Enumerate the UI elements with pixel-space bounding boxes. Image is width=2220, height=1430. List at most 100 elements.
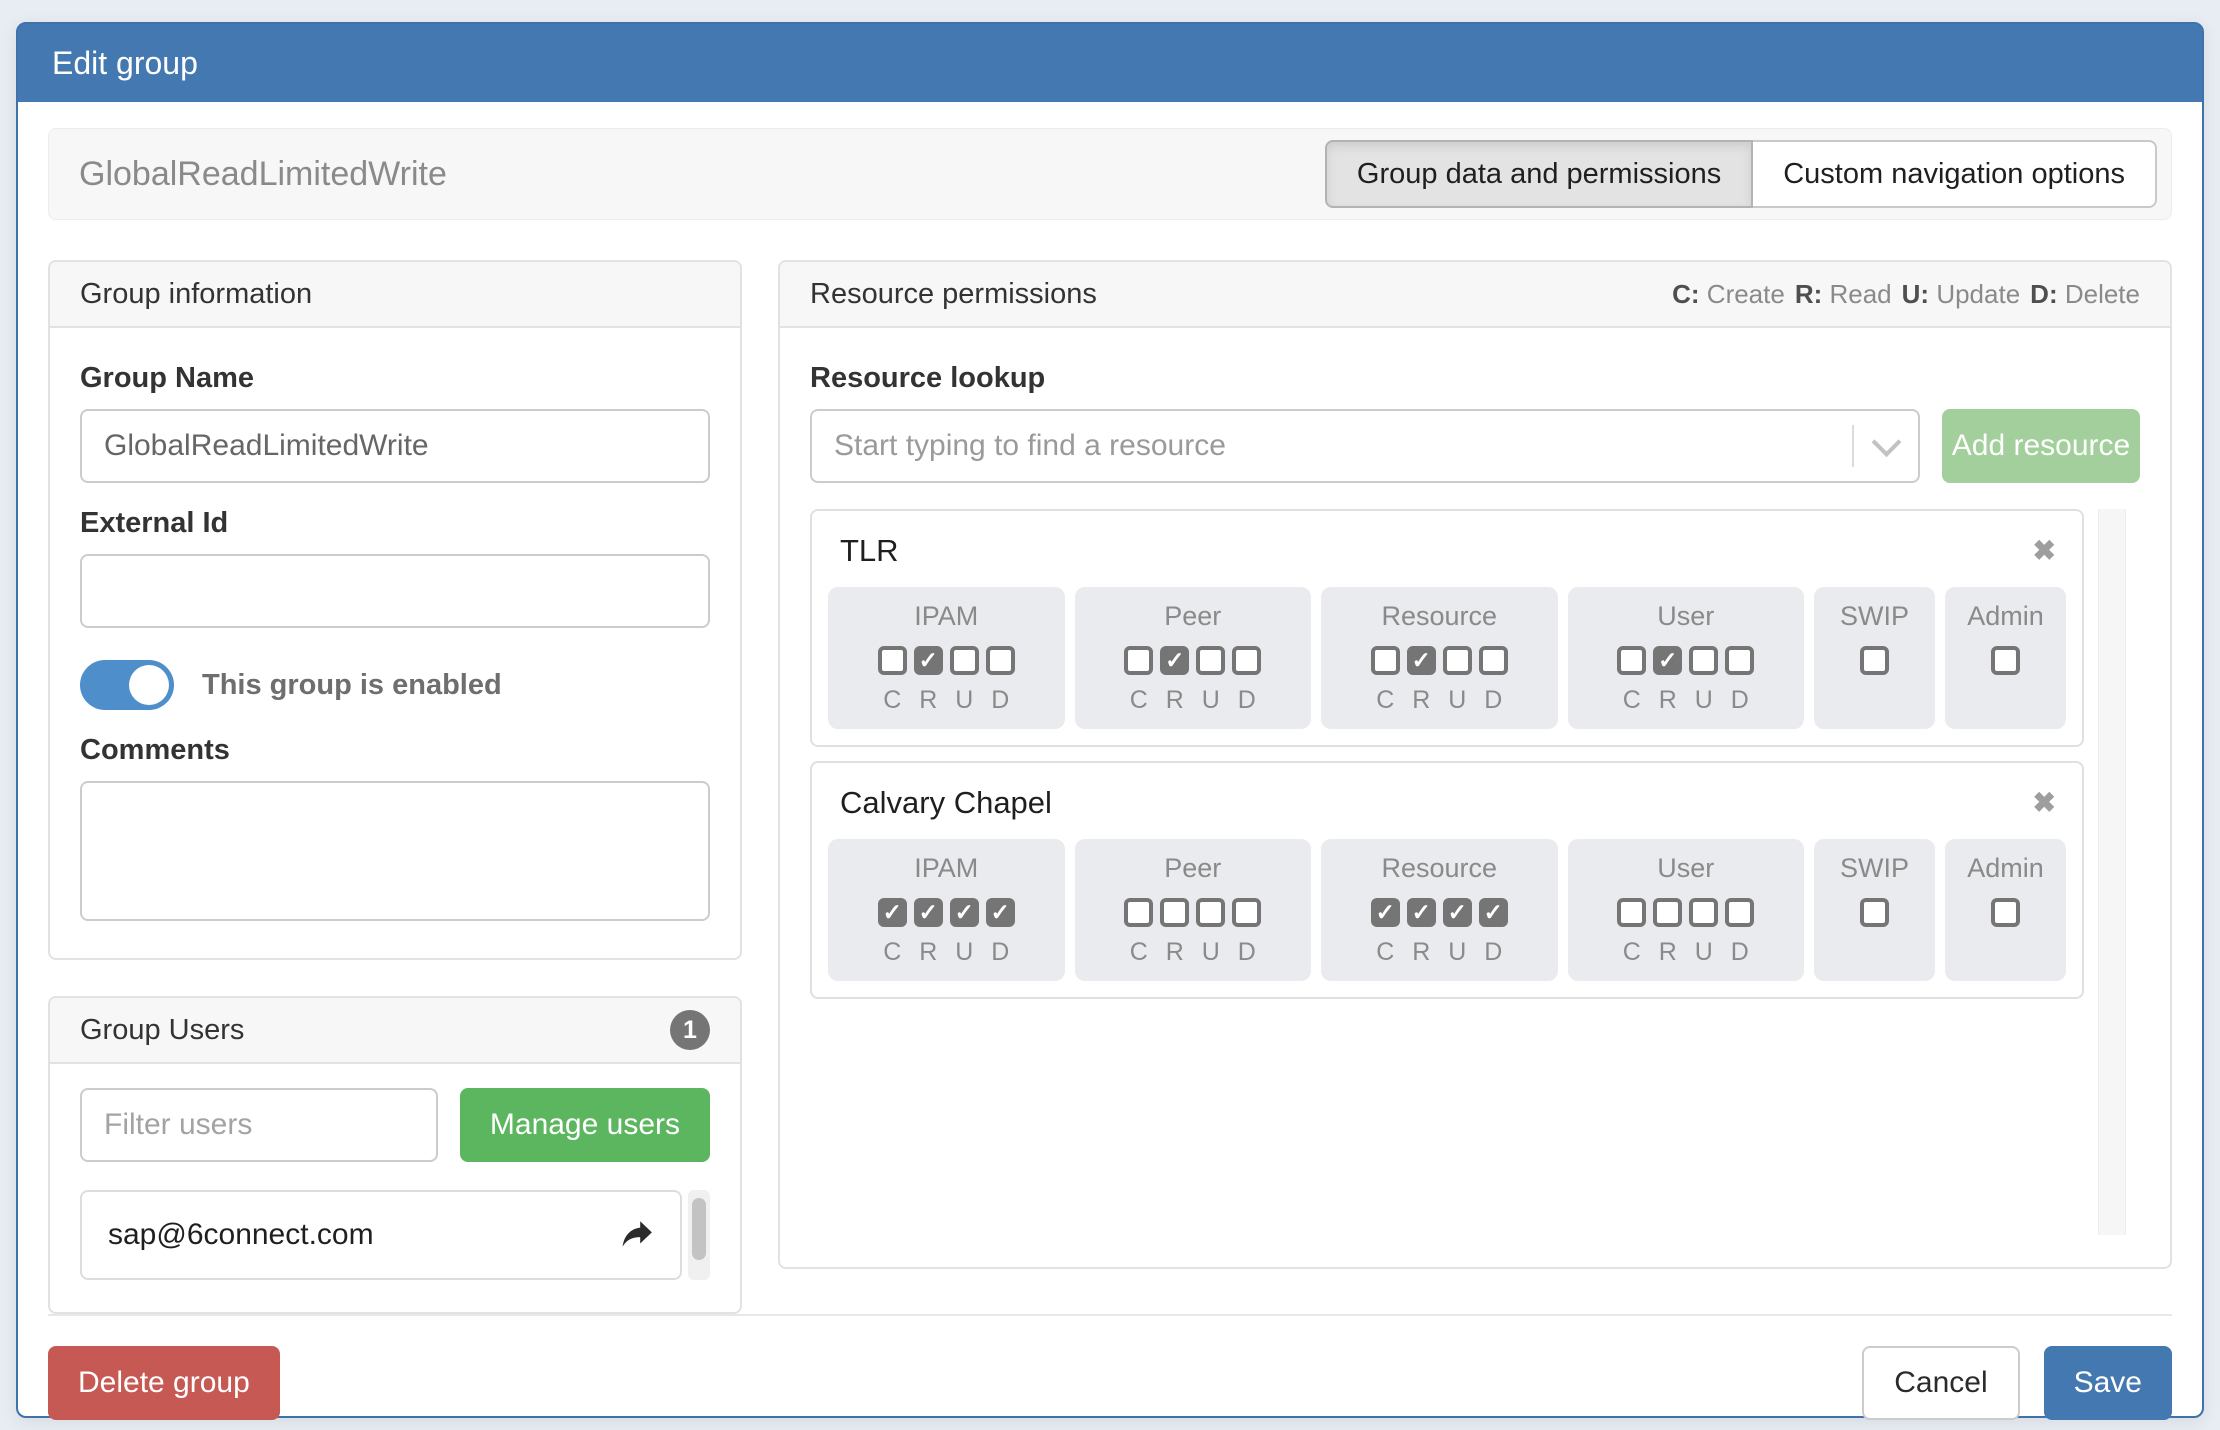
add-resource-button[interactable]: Add resource — [1942, 409, 2140, 483]
crud-letter: D — [986, 686, 1015, 715]
checked-checkbox[interactable]: ✓ — [1479, 898, 1508, 927]
user-list-scrollbar-thumb[interactable] — [692, 1198, 706, 1260]
unchecked-checkbox[interactable] — [1232, 646, 1261, 675]
crud-letters: CRUD — [1576, 686, 1797, 715]
unchecked-checkbox[interactable] — [1617, 646, 1646, 675]
filter-users-input[interactable] — [80, 1088, 438, 1162]
unchecked-checkbox[interactable] — [1124, 646, 1153, 675]
user-list-scrollbar[interactable] — [688, 1190, 710, 1280]
checked-checkbox[interactable]: ✓ — [1653, 646, 1682, 675]
group-name-input[interactable] — [80, 409, 710, 483]
remove-resource-icon[interactable]: ✖ — [2033, 537, 2056, 565]
permission-row: IPAM✓CRUDPeer✓CRUDResource✓CRUDUser✓CRUD… — [812, 587, 2082, 745]
crud-letters: CRUD — [836, 686, 1057, 715]
group-name-heading: GlobalReadLimitedWrite — [79, 155, 447, 194]
checkbox-row: ✓✓✓✓ — [836, 898, 1057, 927]
resource-permissions-body: Resource lookup Add resource — [780, 328, 2170, 1267]
legend-item-u: U: Update — [1902, 279, 2021, 309]
group-enabled-toggle[interactable] — [80, 660, 174, 710]
unchecked-checkbox[interactable] — [950, 646, 979, 675]
checked-checkbox[interactable]: ✓ — [1160, 646, 1189, 675]
checked-checkbox[interactable]: ✓ — [1407, 898, 1436, 927]
save-button[interactable]: Save — [2044, 1346, 2172, 1420]
unchecked-checkbox[interactable] — [1860, 898, 1889, 927]
resource-lookup-input[interactable] — [812, 411, 1852, 481]
tab-group-data-and-permissions[interactable]: Group data and permissions — [1325, 140, 1753, 208]
permission-group-swip: SWIP — [1814, 587, 1935, 729]
crud-letter: R — [1407, 938, 1436, 967]
permission-group-peer: Peer✓CRUD — [1075, 587, 1312, 729]
modal-body: GlobalReadLimitedWrite Group data and pe… — [18, 102, 2202, 1416]
unchecked-checkbox[interactable] — [1124, 898, 1153, 927]
remove-resource-icon[interactable]: ✖ — [2033, 789, 2056, 817]
checked-checkbox[interactable]: ✓ — [914, 646, 943, 675]
checked-checkbox[interactable]: ✓ — [1407, 646, 1436, 675]
cancel-button[interactable]: Cancel — [1862, 1346, 2019, 1420]
unchecked-checkbox[interactable] — [1991, 646, 2020, 675]
unchecked-checkbox[interactable] — [1232, 898, 1261, 927]
unchecked-checkbox[interactable] — [1689, 646, 1718, 675]
unchecked-checkbox[interactable] — [1991, 898, 2020, 927]
permission-group-name: Peer — [1083, 853, 1304, 884]
group-users-header: Group Users 1 — [50, 998, 740, 1064]
crud-letter: R — [914, 686, 943, 715]
resource-cards: TLR✖IPAM✓CRUDPeer✓CRUDResource✓CRUDUser✓… — [810, 509, 2084, 999]
permission-group-resource: Resource✓✓✓✓CRUD — [1321, 839, 1558, 981]
crud-letter: U — [1689, 938, 1718, 967]
permission-group-name: Resource — [1329, 601, 1550, 632]
unchecked-checkbox[interactable] — [1860, 646, 1889, 675]
lookup-dropdown-button[interactable] — [1854, 411, 1918, 481]
delete-group-button[interactable]: Delete group — [48, 1346, 280, 1420]
checkbox-row: ✓ — [836, 646, 1057, 675]
unchecked-checkbox[interactable] — [986, 646, 1015, 675]
unchecked-checkbox[interactable] — [878, 646, 907, 675]
permission-group-name: Resource — [1329, 853, 1550, 884]
external-id-input[interactable] — [80, 554, 710, 628]
group-users-count-badge: 1 — [670, 1010, 710, 1050]
manage-users-button[interactable]: Manage users — [460, 1088, 710, 1162]
checked-checkbox[interactable]: ✓ — [950, 898, 979, 927]
group-users-body: Manage users sap@6connect.com — [50, 1064, 740, 1312]
crud-letter: C — [878, 686, 907, 715]
resource-card-head: TLR✖ — [812, 511, 2082, 587]
resource-list: TLR✖IPAM✓CRUDPeer✓CRUDResource✓CRUDUser✓… — [810, 509, 2140, 1235]
unchecked-checkbox[interactable] — [1479, 646, 1508, 675]
checked-checkbox[interactable]: ✓ — [1443, 898, 1472, 927]
resource-list-scrollbar[interactable] — [2098, 509, 2126, 1235]
unchecked-checkbox[interactable] — [1617, 898, 1646, 927]
permission-row: IPAM✓✓✓✓CRUDPeerCRUDResource✓✓✓✓CRUDUser… — [812, 839, 2082, 997]
unchecked-checkbox[interactable] — [1725, 646, 1754, 675]
crud-letter: D — [1232, 938, 1261, 967]
resource-permissions-panel: Resource permissions C: CreateR: ReadU: … — [778, 260, 2172, 1269]
crud-letter: U — [1443, 686, 1472, 715]
legend-item-r: R: Read — [1795, 279, 1892, 309]
checked-checkbox[interactable]: ✓ — [878, 898, 907, 927]
unchecked-checkbox[interactable] — [1371, 646, 1400, 675]
unchecked-checkbox[interactable] — [1443, 646, 1472, 675]
toggle-knob — [129, 665, 169, 705]
unchecked-checkbox[interactable] — [1689, 898, 1718, 927]
group-information-panel: Group information Group Name External Id… — [48, 260, 742, 960]
unchecked-checkbox[interactable] — [1196, 898, 1225, 927]
comments-textarea[interactable] — [80, 781, 710, 921]
tab-custom-navigation-options[interactable]: Custom navigation options — [1753, 140, 2157, 208]
crud-letter: R — [1160, 938, 1189, 967]
crud-letters: CRUD — [836, 938, 1057, 967]
unchecked-checkbox[interactable] — [1196, 646, 1225, 675]
crud-letter: D — [1725, 938, 1754, 967]
group-users-title: Group Users — [80, 1014, 244, 1047]
checked-checkbox[interactable]: ✓ — [986, 898, 1015, 927]
unchecked-checkbox[interactable] — [1653, 898, 1682, 927]
edit-group-modal: Edit group GlobalReadLimitedWrite Group … — [16, 22, 2204, 1418]
user-list-item[interactable]: sap@6connect.com — [82, 1192, 680, 1278]
crud-letters: CRUD — [1083, 938, 1304, 967]
external-id-label: External Id — [80, 507, 710, 540]
permission-group-user: User✓CRUD — [1568, 587, 1805, 729]
checked-checkbox[interactable]: ✓ — [914, 898, 943, 927]
crud-legend: C: CreateR: ReadU: UpdateD: Delete — [1662, 279, 2140, 310]
unchecked-checkbox[interactable] — [1725, 898, 1754, 927]
checked-checkbox[interactable]: ✓ — [1371, 898, 1400, 927]
tab-group: Group data and permissionsCustom navigat… — [1325, 140, 2157, 208]
left-column: Group information Group Name External Id… — [48, 260, 742, 1314]
unchecked-checkbox[interactable] — [1160, 898, 1189, 927]
